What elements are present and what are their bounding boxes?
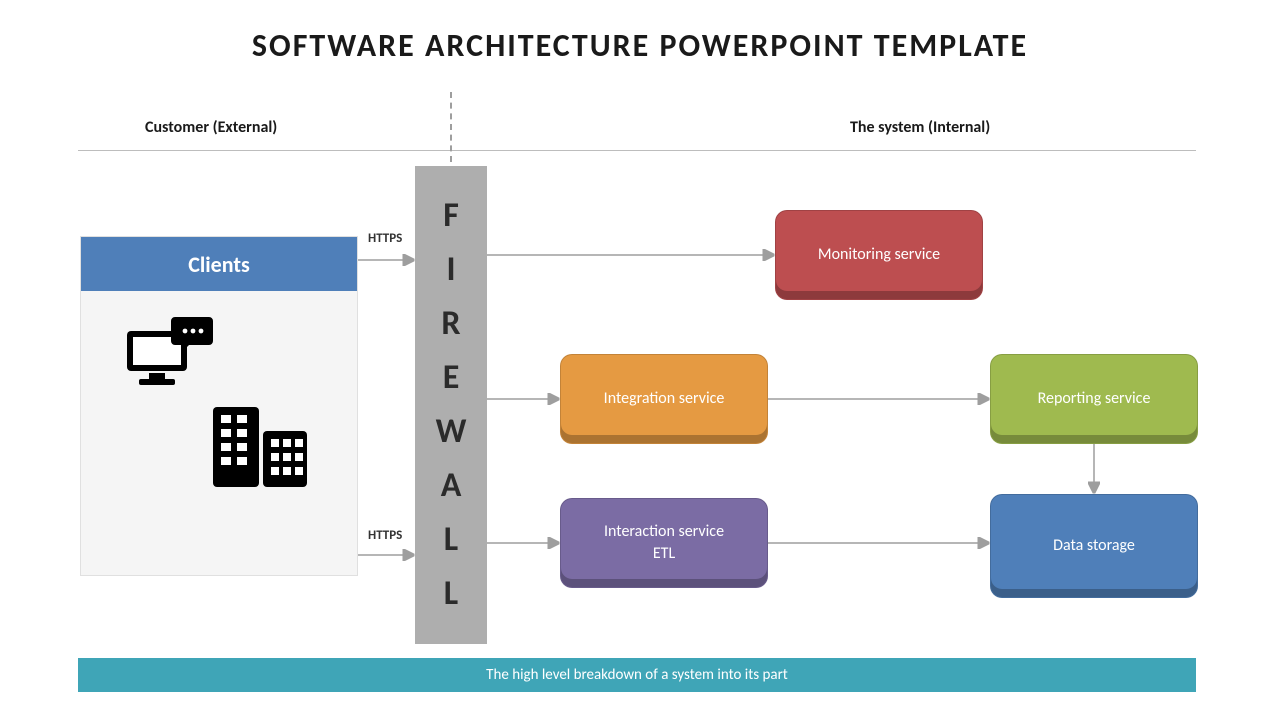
horizontal-divider [78, 150, 1196, 151]
firewall-letter: L [444, 523, 458, 557]
service-interaction: Interaction serviceETL [560, 498, 768, 588]
firewall-letter: A [441, 469, 462, 503]
vertical-dashed-divider [450, 92, 452, 162]
firewall-letter: L [444, 577, 458, 611]
footer-bar: The high level breakdown of a system int… [78, 658, 1196, 692]
service-integration: Integration service [560, 354, 768, 444]
firewall-letter: I [446, 253, 455, 287]
buildings-icon [211, 401, 311, 493]
clients-body [81, 291, 357, 575]
firewall-letter: R [441, 307, 460, 341]
firewall-letter: E [443, 361, 460, 395]
section-internal-label: The system (Internal) [850, 118, 990, 137]
clients-panel: Clients [80, 236, 358, 576]
firewall-letter: W [436, 415, 467, 449]
section-external-label: Customer (External) [145, 118, 277, 137]
firewall-letter: F [443, 199, 459, 233]
page-title: SOFTWARE ARCHITECTURE POWERPOINT TEMPLAT… [0, 26, 1280, 65]
monitor-chat-icon [125, 317, 215, 395]
https-label-bottom: HTTPS [368, 528, 402, 543]
firewall-block: F I R E W A L L [415, 166, 487, 644]
service-data-storage: Data storage [990, 494, 1198, 598]
clients-header: Clients [81, 237, 357, 291]
https-label-top: HTTPS [368, 231, 402, 246]
service-monitoring: Monitoring service [775, 210, 983, 300]
service-reporting: Reporting service [990, 354, 1198, 444]
